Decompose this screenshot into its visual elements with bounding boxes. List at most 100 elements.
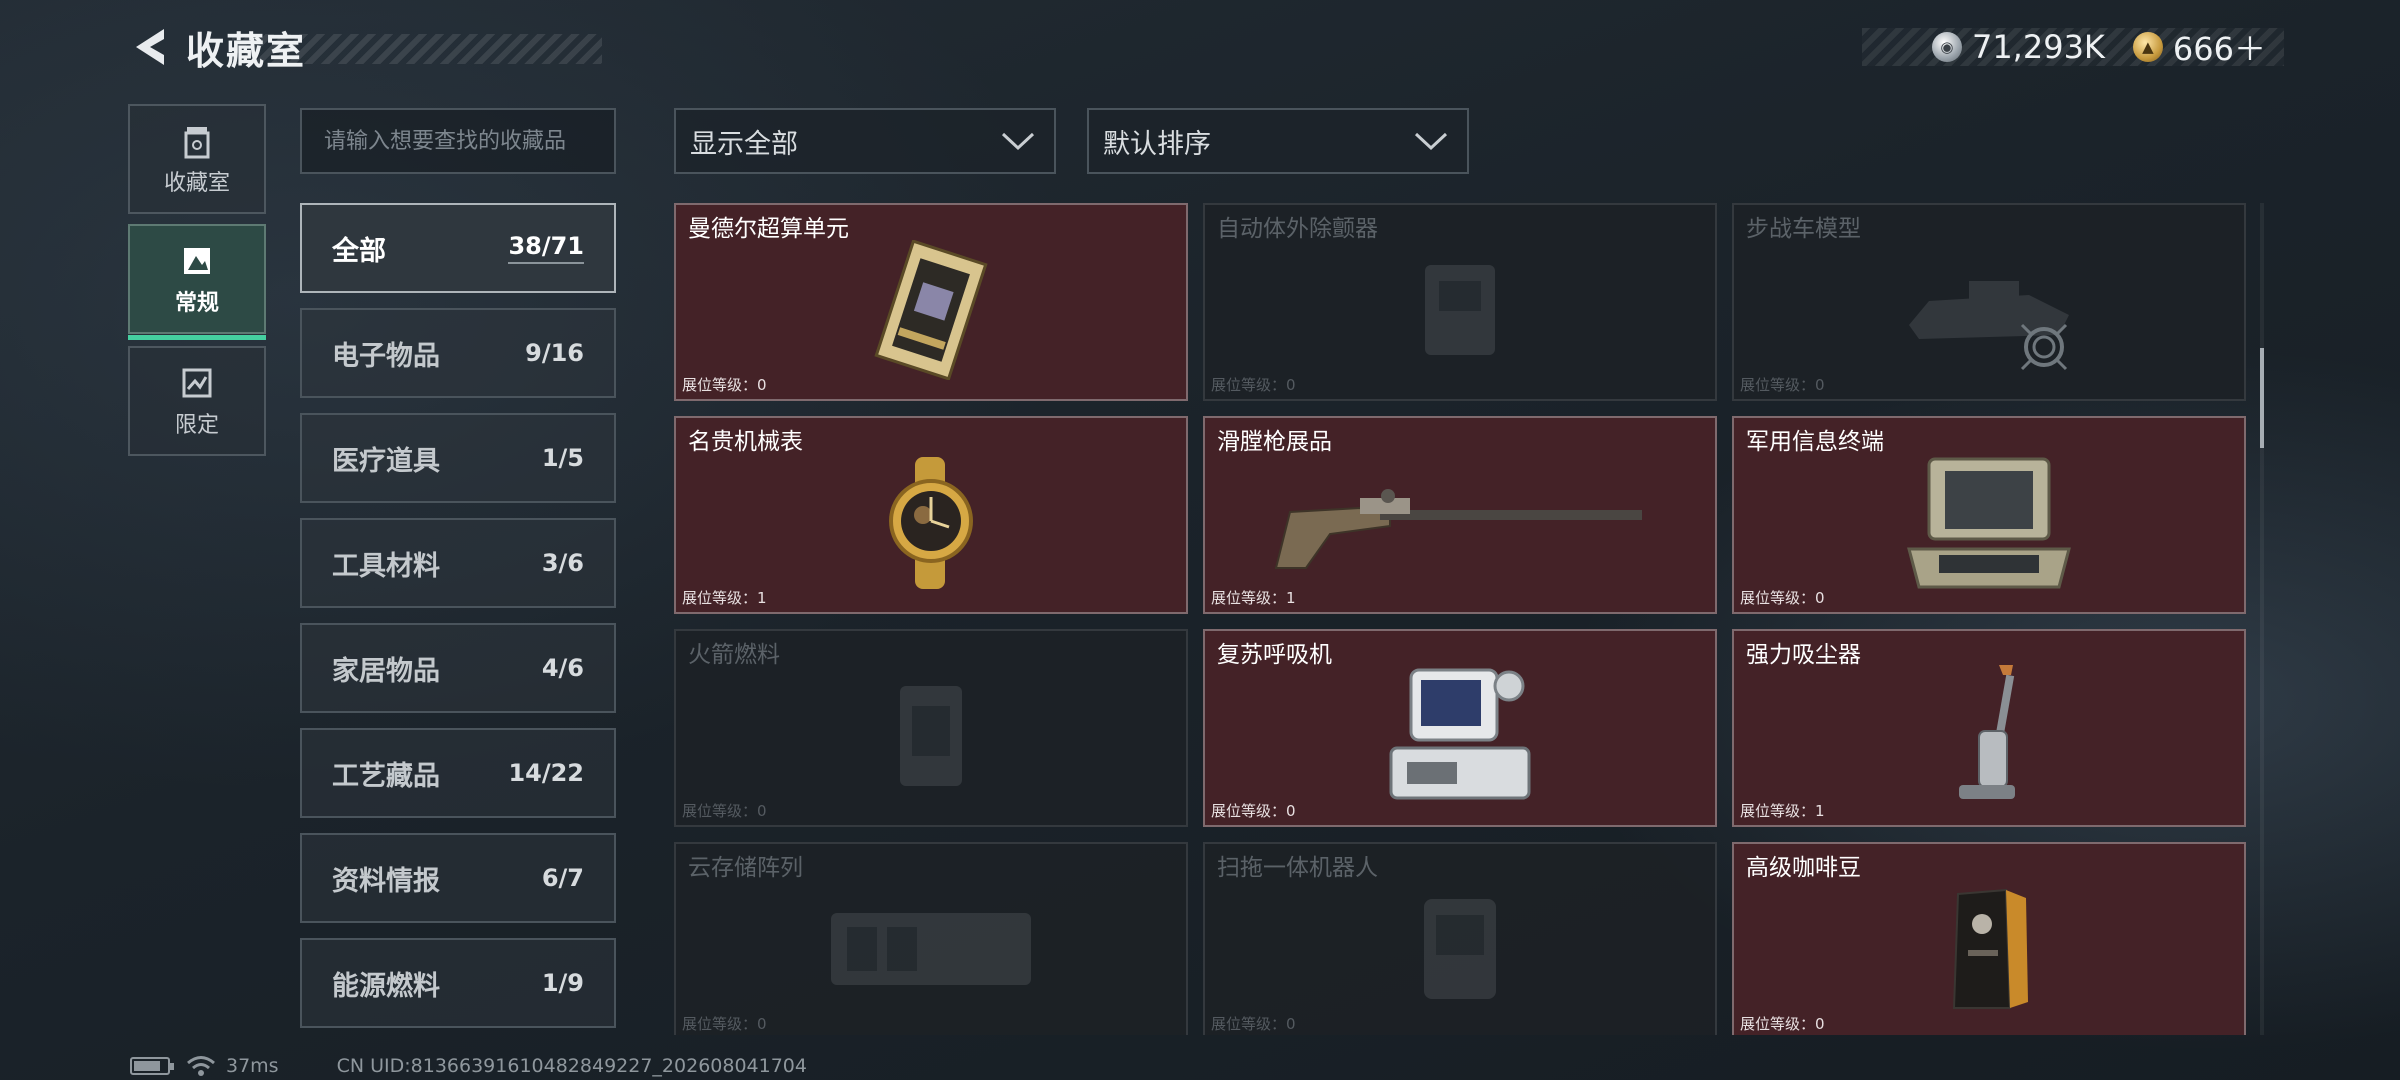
sort-dropdown[interactable]: 默认排序 bbox=[1087, 108, 1469, 174]
currency-bar: ◉ 71,293K ▲ 666＋ bbox=[1862, 28, 2284, 68]
category-fuel[interactable]: 能源燃料 1/9 bbox=[300, 938, 616, 1028]
silver-coin-icon: ◉ bbox=[1931, 32, 1962, 62]
category-intel[interactable]: 资料情报 6/7 bbox=[300, 833, 616, 923]
item-level: 展位等级：0 bbox=[1740, 376, 1825, 394]
category-count: 9/16 bbox=[525, 339, 584, 367]
item-name: 滑膛枪展品 bbox=[1217, 429, 1332, 455]
item-name: 火箭燃料 bbox=[688, 642, 780, 668]
category-household[interactable]: 家居物品 4/6 bbox=[300, 623, 616, 713]
category-all[interactable]: 全部 38/71 bbox=[300, 203, 616, 293]
item-card[interactable]: 军用信息终端 展位等级：0 bbox=[1732, 416, 2246, 614]
item-card[interactable]: 步战车模型 展位等级：0 bbox=[1732, 203, 2246, 401]
rocket-fuel-icon bbox=[900, 685, 962, 786]
category-label: 医疗道具 bbox=[332, 445, 440, 477]
vacuum-cleaner-icon bbox=[1959, 664, 2015, 799]
item-level: 展位等级：1 bbox=[1740, 802, 1825, 820]
item-card[interactable]: 扫拖一体机器人 展位等级：0 bbox=[1203, 842, 1717, 1035]
locked-target-icon bbox=[2020, 323, 2068, 371]
search-box[interactable] bbox=[300, 108, 616, 174]
item-level: 展位等级：0 bbox=[682, 376, 767, 394]
wifi-icon bbox=[187, 1056, 215, 1076]
side-tab-collection-room[interactable]: 收藏室 bbox=[128, 104, 266, 214]
category-label: 工艺藏品 bbox=[332, 760, 440, 792]
robot-vacuum-icon bbox=[1424, 898, 1496, 999]
category-electronics[interactable]: 电子物品 9/16 bbox=[300, 308, 616, 398]
item-name: 高级咖啡豆 bbox=[1746, 855, 1861, 881]
category-crafts[interactable]: 工艺藏品 14/22 bbox=[300, 728, 616, 818]
chevron-down-icon bbox=[1414, 132, 1448, 151]
category-count: 6/7 bbox=[541, 864, 584, 892]
item-card[interactable]: 滑膛枪展品 展位等级：1 bbox=[1203, 416, 1717, 614]
item-name: 名贵机械表 bbox=[688, 429, 803, 455]
item-name: 扫拖一体机器人 bbox=[1217, 855, 1378, 881]
item-name: 强力吸尘器 bbox=[1746, 642, 1861, 668]
category-label: 工具材料 bbox=[332, 550, 440, 582]
cloud-storage-array-icon bbox=[831, 912, 1031, 985]
category-label: 资料情报 bbox=[332, 865, 440, 897]
category-medical[interactable]: 医疗道具 1/5 bbox=[300, 413, 616, 503]
military-terminal-icon bbox=[1907, 457, 2071, 589]
currency-silver: ◉ 71,293K bbox=[1931, 28, 2105, 66]
item-name: 曼德尔超算单元 bbox=[688, 216, 849, 242]
item-level: 展位等级：1 bbox=[1211, 589, 1296, 607]
collection-grid: 曼德尔超算单元 展位等级：0 自动体外除颤器 展位等级：0 步战车模型 展位等级… bbox=[674, 203, 2246, 1035]
currency-gold[interactable]: ▲ 666＋ bbox=[2132, 24, 2266, 70]
category-count: 1/9 bbox=[541, 969, 584, 997]
item-card[interactable]: 火箭燃料 展位等级：0 bbox=[674, 629, 1188, 827]
sort-dropdown-value: 默认排序 bbox=[1103, 128, 1211, 160]
side-tab-label: 限定 bbox=[174, 413, 219, 438]
ventilator-icon bbox=[1389, 668, 1531, 800]
page-title: 收藏室 bbox=[186, 28, 307, 73]
back-button[interactable] bbox=[128, 23, 172, 71]
side-tab-label: 常规 bbox=[174, 291, 219, 316]
grid-scrollbar[interactable] bbox=[2260, 203, 2264, 1035]
back-arrow-icon bbox=[136, 29, 164, 65]
item-card[interactable]: 强力吸尘器 展位等级：1 bbox=[1732, 629, 2246, 827]
ping-value: 37ms bbox=[226, 1055, 279, 1077]
header: 收藏室 bbox=[128, 22, 602, 73]
musket-icon bbox=[1274, 488, 1642, 569]
item-level: 展位等级：0 bbox=[682, 802, 767, 820]
item-card[interactable]: 高级咖啡豆 展位等级：0 bbox=[1732, 842, 2246, 1035]
side-tab-limited[interactable]: 限定 bbox=[128, 346, 266, 456]
gold-coin-icon: ▲ bbox=[2132, 32, 2163, 62]
item-name: 云存储阵列 bbox=[688, 855, 803, 881]
category-label: 全部 bbox=[332, 235, 386, 267]
item-level: 展位等级：0 bbox=[682, 1015, 767, 1033]
side-tab-regular[interactable]: 常规 bbox=[128, 224, 266, 340]
item-level: 展位等级：0 bbox=[1211, 376, 1296, 394]
filter-dropdown[interactable]: 显示全部 bbox=[674, 108, 1056, 174]
regular-items-icon bbox=[184, 248, 210, 274]
defibrillator-icon bbox=[1425, 264, 1495, 355]
item-level: 展位等级：0 bbox=[1740, 589, 1825, 607]
item-card[interactable]: 复苏呼吸机 展位等级：0 bbox=[1203, 629, 1717, 827]
scrollbar-thumb[interactable] bbox=[2260, 348, 2264, 448]
user-uid: CN UID:81366391610482849227_202608041704 bbox=[336, 1055, 807, 1077]
category-count: 3/6 bbox=[541, 549, 584, 577]
silver-amount: 71,293K bbox=[1971, 28, 2105, 66]
supercomputer-unit-icon bbox=[874, 239, 988, 380]
category-tools[interactable]: 工具材料 3/6 bbox=[300, 518, 616, 608]
gold-amount: 666＋ bbox=[2172, 30, 2266, 68]
item-card[interactable]: 自动体外除颤器 展位等级：0 bbox=[1203, 203, 1717, 401]
category-label: 能源燃料 bbox=[332, 970, 440, 1002]
item-card[interactable]: 曼德尔超算单元 展位等级：0 bbox=[674, 203, 1188, 401]
category-count: 4/6 bbox=[541, 654, 584, 682]
item-card[interactable]: 云存储阵列 展位等级：0 bbox=[674, 842, 1188, 1035]
category-count: 1/5 bbox=[541, 444, 584, 472]
category-count: 14/22 bbox=[508, 759, 584, 787]
item-name: 步战车模型 bbox=[1746, 216, 1861, 242]
category-label: 家居物品 bbox=[332, 655, 440, 687]
search-input[interactable] bbox=[324, 128, 614, 154]
item-name: 复苏呼吸机 bbox=[1217, 642, 1332, 668]
side-tab-label: 收藏室 bbox=[163, 171, 230, 196]
chevron-down-icon bbox=[1001, 132, 1035, 151]
item-level: 展位等级：1 bbox=[682, 589, 767, 607]
filter-dropdown-value: 显示全部 bbox=[690, 128, 798, 160]
battery-icon bbox=[130, 1057, 174, 1075]
item-name: 军用信息终端 bbox=[1746, 429, 1884, 455]
status-bar: 37ms CN UID:81366391610482849227_2026080… bbox=[130, 1054, 807, 1078]
luxury-watch-icon bbox=[889, 456, 973, 589]
coffee-beans-bag-icon bbox=[1952, 888, 2028, 1009]
item-card[interactable]: 名贵机械表 展位等级：1 bbox=[674, 416, 1188, 614]
